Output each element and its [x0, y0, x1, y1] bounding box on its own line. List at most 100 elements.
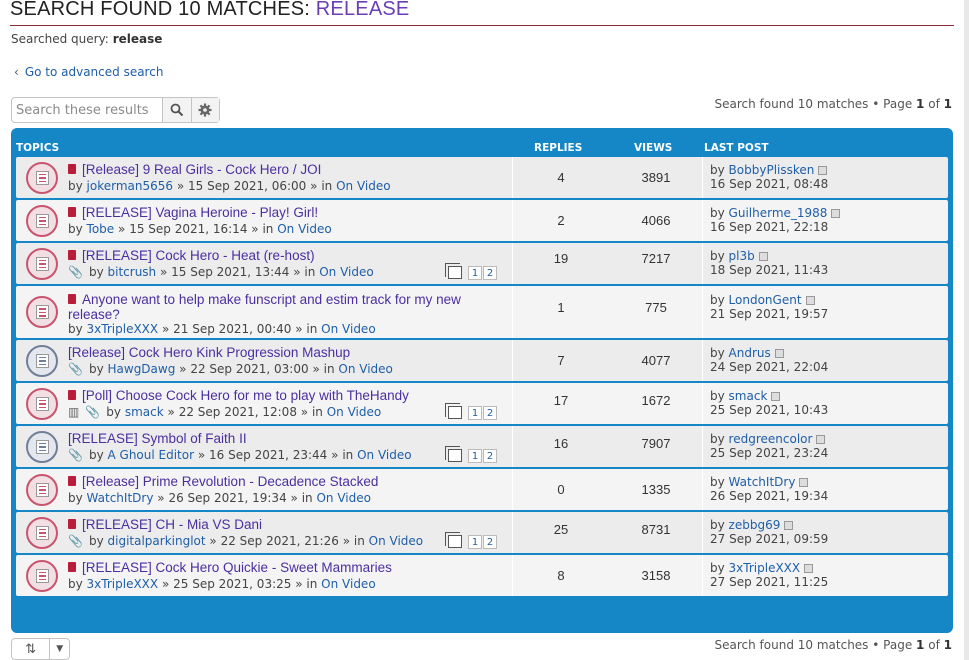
search-input[interactable] [12, 98, 162, 122]
goto-post-icon[interactable] [771, 392, 781, 401]
goto-post-icon[interactable] [774, 349, 784, 358]
goto-post-icon[interactable] [784, 521, 794, 530]
topic-byline: by 3xTripleXXX » 25 Sep 2021, 03:25 » in… [68, 577, 376, 591]
topic-date: 15 Sep 2021, 06:00 [188, 179, 307, 193]
last-post-user[interactable]: pl3b [729, 249, 755, 263]
page-2-link[interactable]: 2 [483, 406, 497, 420]
of-label: of [928, 97, 940, 111]
topic-title-link[interactable]: [RELEASE] CH - Mia VS Dani [82, 517, 262, 532]
forum-link[interactable]: On Video [316, 491, 371, 505]
match-count: Search found 10 matches [714, 97, 869, 111]
last-post-user[interactable]: WatchItDry [729, 475, 796, 489]
col-divider [512, 200, 513, 241]
views-count: 3891 [641, 170, 671, 185]
author-link[interactable]: A Ghoul Editor [108, 448, 195, 462]
topic-row: Anyone want to help make funscript and e… [16, 286, 948, 338]
author-link[interactable]: WatchItDry [87, 491, 154, 505]
goto-post-icon[interactable] [805, 296, 815, 305]
last-post-user[interactable]: 3xTripleXXX [729, 561, 801, 575]
last-post-date: 25 Sep 2021, 23:24 [710, 446, 829, 460]
topic-title-link[interactable]: [RELEASE] Cock Hero - Heat (re-host) [82, 248, 315, 263]
last-post-user[interactable]: Andrus [729, 346, 771, 360]
last-post-user[interactable]: Guilherme_1988 [729, 206, 828, 220]
by-label: by [710, 561, 725, 575]
by-label: by [710, 206, 725, 220]
last-post-user[interactable]: smack [729, 389, 768, 403]
replies-count: 19 [553, 251, 569, 266]
goto-post-icon[interactable] [818, 166, 828, 175]
vertical-scrollbar[interactable] [964, 0, 969, 660]
views-count: 7907 [641, 436, 671, 451]
author-link[interactable]: digitalparkinglot [108, 534, 206, 548]
sep: » [179, 362, 187, 376]
forum-link[interactable]: On Video [369, 534, 424, 548]
topic-title-link[interactable]: [Release] 9 Real Girls - Cock Hero / JOI [82, 162, 321, 177]
sep: » [197, 448, 206, 462]
forum-link[interactable]: On Video [319, 265, 374, 279]
topic-title-link[interactable]: [Poll] Choose Cock Hero for me to play w… [82, 388, 409, 403]
topic-row: [RELEASE] Cock Hero - Heat (re-host) 📎 by… [16, 243, 948, 284]
forum-link[interactable]: On Video [277, 222, 332, 236]
document-icon [68, 294, 76, 304]
goto-post-icon[interactable] [799, 478, 809, 487]
last-post: by redgreencolor 25 Sep 2021, 23:24 [710, 432, 828, 460]
goto-post-icon[interactable] [758, 252, 768, 261]
author-link[interactable]: Tobe [87, 222, 115, 236]
by-label: by [710, 293, 725, 307]
goto-post-icon[interactable] [816, 435, 826, 444]
page-label: Page [883, 97, 913, 111]
last-post-user[interactable]: BobbyPlissken [729, 163, 815, 177]
search-button[interactable] [162, 98, 191, 122]
author-link[interactable]: 3xTripleXXX [87, 577, 159, 591]
forum-link[interactable]: On Video [321, 577, 376, 591]
last-post-user[interactable]: redgreencolor [729, 432, 813, 446]
sep: » [176, 179, 185, 193]
page-1-link[interactable]: 1 [468, 266, 482, 280]
col-divider [512, 157, 513, 198]
last-post-user[interactable]: zebbg69 [729, 518, 781, 532]
topic-row: [RELEASE] Cock Hero Quickie - Sweet Mamm… [16, 555, 948, 596]
views-count: 1335 [641, 482, 671, 497]
goto-post-icon[interactable] [831, 209, 841, 218]
advanced-search-button[interactable] [190, 98, 219, 122]
author-link[interactable]: jokerman5656 [87, 179, 174, 193]
author-link[interactable]: smack [125, 405, 164, 419]
topic-title-link[interactable]: Anyone want to help make funscript and e… [68, 292, 461, 322]
pages-icon [445, 263, 462, 279]
forum-link[interactable]: On Video [336, 179, 391, 193]
author-link[interactable]: 3xTripleXXX [87, 322, 159, 336]
sep: » [251, 222, 259, 236]
advanced-search-link[interactable]: ‹ Go to advanced search [14, 65, 163, 79]
topic-title-link[interactable]: [Release] Cock Hero Kink Progression Mas… [68, 345, 350, 360]
by-label: by [68, 222, 83, 236]
last-post-user[interactable]: LondonGent [729, 293, 802, 307]
goto-post-icon[interactable] [804, 564, 814, 573]
page-label: Page [883, 638, 913, 652]
attachment-icon: 📎 [68, 362, 83, 376]
topic-title-link[interactable]: [RELEASE] Vagina Heroine - Play! Girl! [82, 205, 318, 220]
topic-unread-icon [26, 387, 58, 420]
forum-link[interactable]: On Video [338, 362, 393, 376]
col-divider [702, 469, 703, 510]
page-2-link[interactable]: 2 [483, 449, 497, 463]
page-1-link[interactable]: 1 [468, 449, 482, 463]
sort-button[interactable]: ⇅ [12, 639, 49, 659]
author-link[interactable]: bitcrush [108, 265, 157, 279]
pages-icon [445, 532, 462, 548]
last-post-date: 26 Sep 2021, 19:34 [710, 489, 829, 503]
forum-link[interactable]: On Video [357, 448, 412, 462]
topic-title-link[interactable]: [Release] Prime Revolution - Decadence S… [82, 474, 378, 489]
topic-title-link[interactable]: [RELEASE] Symbol of Faith II [68, 431, 247, 446]
col-divider [702, 286, 703, 338]
title-keyword: RELEASE [315, 0, 410, 20]
forum-link[interactable]: On Video [327, 405, 382, 419]
page-2-link[interactable]: 2 [483, 535, 497, 549]
page-1-link[interactable]: 1 [468, 535, 482, 549]
page-2-link[interactable]: 2 [483, 266, 497, 280]
replies-count: 2 [557, 213, 565, 228]
sort-dropdown-toggle[interactable]: ▼ [49, 639, 69, 659]
topic-title-link[interactable]: [RELEASE] Cock Hero Quickie - Sweet Mamm… [82, 560, 392, 575]
author-link[interactable]: HawgDawg [108, 362, 176, 376]
forum-link[interactable]: On Video [321, 322, 376, 336]
page-1-link[interactable]: 1 [468, 406, 482, 420]
